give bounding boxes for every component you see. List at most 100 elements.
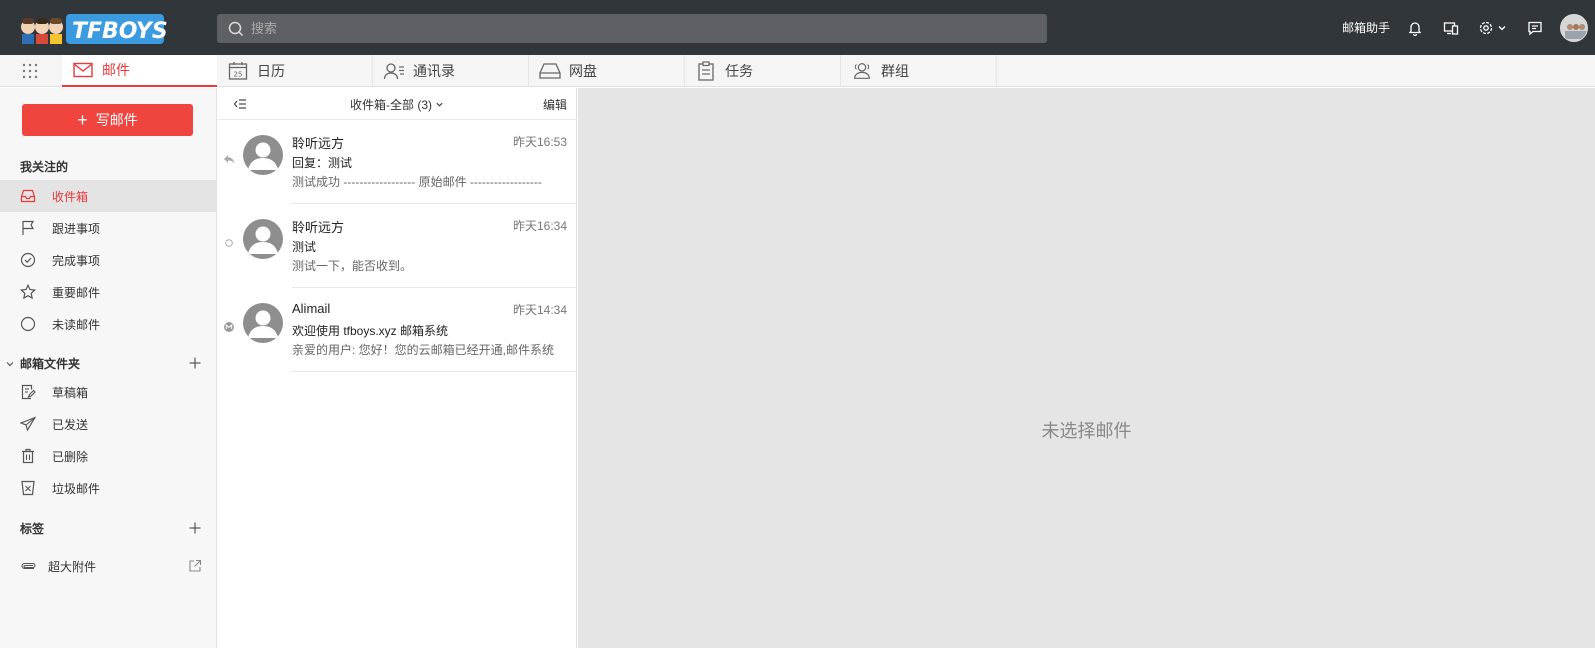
search-bar[interactable]	[217, 14, 1047, 43]
mail-list: 收件箱-全部 (3) 编辑 聆听远方 昨天16:53 回复：测试 测试成功 --…	[217, 88, 577, 648]
mail-sender: 聆听远方	[292, 136, 345, 151]
sidebar-item-unread[interactable]: 未读邮件	[0, 308, 216, 340]
chevron-down-icon	[435, 100, 444, 109]
module-tabs: 邮件 25 日历 通讯录 网盘 任务 群组	[0, 55, 1595, 87]
reading-pane: 未选择邮件	[578, 88, 1595, 648]
sidebar-item-label: 完成事项	[52, 253, 101, 268]
no-mail-selected-text: 未选择邮件	[1041, 421, 1132, 441]
unread-dot-icon[interactable]	[223, 237, 235, 249]
tab-label: 任务	[725, 63, 753, 79]
tab-label: 通讯录	[413, 63, 455, 79]
sidebar-item-sent[interactable]: 已发送	[0, 408, 216, 440]
sidebar-item-large-attachments[interactable]: 超大附件	[0, 550, 216, 582]
message-icon[interactable]	[1524, 17, 1546, 39]
calendar-date-badge: 25	[234, 71, 243, 79]
sidebar-item-completed[interactable]: 完成事项	[0, 244, 216, 276]
sidebar-item-label: 未读邮件	[52, 317, 101, 332]
mail-subject: 测试	[292, 240, 317, 254]
contacts-icon	[383, 60, 405, 82]
mail-preview: 亲爱的用户: 您好！您的云邮箱已经开通,邮件系统	[292, 343, 555, 357]
inbox-icon	[20, 188, 36, 204]
mail-subject: 欢迎使用 tfboys.xyz 邮箱系统	[292, 324, 449, 338]
tab-label: 邮件	[102, 62, 130, 78]
draft-icon	[20, 384, 36, 400]
mail-time: 昨天16:53	[512, 135, 567, 149]
sidebar-item-label: 已发送	[52, 417, 89, 432]
tab-drive[interactable]: 网盘	[529, 55, 685, 87]
mail-list-header: 收件箱-全部 (3) 编辑	[217, 88, 577, 120]
bell-icon[interactable]	[1404, 17, 1426, 39]
search-input[interactable]	[251, 14, 1031, 43]
compose-label: 写邮件	[95, 112, 138, 128]
tab-groups[interactable]: 群组	[841, 55, 997, 87]
tab-label: 网盘	[569, 63, 597, 79]
sidebar: + 写邮件 我关注的 收件箱 跟进事项 完成事项 重要邮件 未读邮件 邮箱文件夹	[0, 88, 217, 648]
folder-filter-label: 收件箱-全部 (3)	[350, 98, 432, 112]
top-bar: TFBOYS 邮箱助手	[0, 0, 1595, 55]
flag-icon	[20, 220, 36, 236]
sidebar-item-label: 跟进事项	[52, 221, 101, 236]
mail-preview: 测试成功 ------------------ 原始邮件 -----------…	[292, 175, 542, 189]
tab-contacts[interactable]: 通讯录	[373, 55, 529, 87]
mail-icon	[72, 59, 94, 81]
mail-item[interactable]: Alimail 昨天14:34 欢迎使用 tfboys.xyz 邮箱系统 亲爱的…	[217, 288, 577, 372]
tab-label: 群组	[881, 63, 909, 79]
sidebar-item-important[interactable]: 重要邮件	[0, 276, 216, 308]
tab-mail[interactable]: 邮件	[62, 55, 217, 87]
check-circle-icon	[20, 252, 36, 268]
paperclip-icon	[20, 558, 36, 574]
send-icon	[20, 416, 36, 432]
tab-calendar[interactable]: 25 日历	[217, 55, 373, 87]
external-link-icon[interactable]	[188, 559, 202, 573]
mail-item[interactable]: 聆听远方 昨天16:34 测试 测试一下，能否收到。	[217, 204, 577, 288]
mail-item[interactable]: 聆听远方 昨天16:53 回复：测试 测试成功 ----------------…	[217, 120, 577, 204]
sidebar-item-follow-up[interactable]: 跟进事项	[0, 212, 216, 244]
sidebar-item-spam[interactable]: 垃圾邮件	[0, 472, 216, 504]
edit-button[interactable]: 编辑	[543, 96, 567, 113]
favorites-title: 我关注的	[20, 160, 69, 174]
sidebar-item-inbox[interactable]: 收件箱	[0, 180, 216, 212]
mail-time: 昨天14:34	[512, 303, 567, 317]
folder-filter-dropdown[interactable]: 收件箱-全部 (3)	[350, 96, 444, 113]
sidebar-item-drafts[interactable]: 草稿箱	[0, 376, 216, 408]
user-avatar[interactable]	[1560, 13, 1588, 42]
tab-label: 日历	[257, 63, 285, 79]
plus-icon: +	[77, 110, 88, 130]
mail-sender: 聆听远方	[292, 220, 345, 235]
star-icon	[20, 284, 36, 300]
sidebar-item-label: 垃圾邮件	[52, 481, 101, 496]
sidebar-item-label: 已删除	[52, 449, 89, 464]
sidebar-item-label: 草稿箱	[52, 385, 89, 400]
sidebar-item-label: 超大附件	[48, 559, 97, 574]
devices-icon[interactable]	[1440, 17, 1462, 39]
mail-subject: 回复：测试	[292, 156, 353, 170]
tab-tasks[interactable]: 任务	[685, 55, 841, 87]
add-folder-icon[interactable]	[188, 356, 202, 370]
add-tag-icon[interactable]	[188, 521, 202, 535]
sidebar-item-deleted[interactable]: 已删除	[0, 440, 216, 472]
gear-icon[interactable]	[1476, 17, 1510, 39]
circle-icon	[20, 316, 36, 332]
calendar-icon: 25	[227, 60, 249, 82]
avatar	[243, 135, 283, 175]
app-logo[interactable]: TFBOYS	[20, 10, 168, 46]
avatar	[243, 303, 283, 343]
drive-icon	[539, 60, 561, 82]
divider	[292, 371, 577, 372]
mail-sender: Alimail	[292, 301, 331, 316]
mail-preview: 测试一下，能否收到。	[292, 259, 413, 273]
collapse-sidebar-icon[interactable]	[233, 97, 247, 111]
mail-time: 昨天16:34	[512, 219, 567, 233]
trash-icon	[20, 448, 36, 464]
group-icon	[851, 60, 873, 82]
compose-button[interactable]: + 写邮件	[22, 104, 193, 136]
folders-title: 邮箱文件夹	[20, 357, 81, 371]
chevron-down-icon[interactable]	[5, 358, 15, 368]
sidebar-item-label: 收件箱	[52, 189, 89, 204]
avatar	[243, 219, 283, 259]
mail-assistant-link[interactable]: 邮箱助手	[1342, 19, 1390, 36]
spam-icon	[20, 480, 36, 496]
system-icon	[223, 321, 235, 333]
replied-icon	[223, 153, 235, 165]
apps-grid-icon[interactable]	[22, 63, 38, 79]
